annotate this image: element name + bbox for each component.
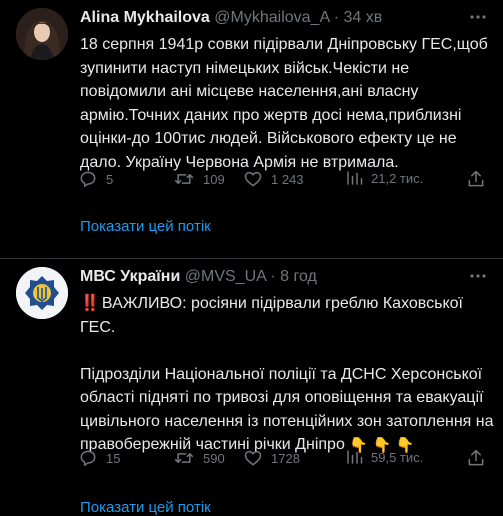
tweet[interactable]: МВС України @MVS_UA · 8 год ‼️ ВАЖЛИВО: р… — [0, 259, 503, 516]
alert-emoji: ‼️ — [80, 295, 100, 312]
author-handle[interactable]: @MVS_UA — [185, 268, 266, 285]
author-handle[interactable]: @Mykhailova_A — [214, 9, 329, 26]
views-icon — [345, 448, 371, 466]
reply-button[interactable]: 5 — [78, 169, 113, 189]
tweet[interactable]: Alina Mykhailova @Mykhailova_A · 34 хв 1… — [0, 0, 503, 259]
timestamp[interactable]: 34 хв — [343, 9, 382, 26]
separator: · — [270, 268, 276, 285]
retweet-count: 109 — [203, 171, 225, 187]
views-count: 21,2 тис. — [371, 170, 424, 186]
like-count: 1728 — [271, 450, 300, 466]
tweet-text: ‼️ ВАЖЛИВО: росіяни підірвали греблю Кахо… — [80, 292, 495, 458]
like-icon — [243, 169, 271, 189]
like-button[interactable]: 1 243 — [243, 169, 304, 189]
avatar[interactable] — [16, 8, 68, 60]
reply-icon — [78, 448, 106, 468]
tweet-actions: 15 590 1728 59,5 тис. — [78, 448, 488, 470]
share-button[interactable] — [466, 169, 494, 189]
tweet-header: МВС України @MVS_UA · 8 год — [80, 268, 317, 286]
reply-count: 15 — [106, 450, 121, 466]
more-icon[interactable] — [469, 8, 487, 31]
timestamp[interactable]: 8 год — [280, 268, 317, 285]
views-button[interactable]: 59,5 тис. — [345, 448, 423, 466]
reply-icon — [78, 169, 106, 189]
tweet-text: 18 серпня 1941р совки підірвали Дніпровс… — [80, 36, 493, 171]
share-icon — [466, 448, 494, 468]
tweet-text-paragraph: Підрозділи Національної поліції та ДСНС … — [80, 365, 498, 454]
author-name[interactable]: Alina Mykhailova — [80, 9, 210, 26]
share-button[interactable] — [466, 448, 494, 468]
like-icon — [243, 448, 271, 468]
retweet-icon — [173, 448, 203, 468]
reply-count: 5 — [106, 171, 114, 187]
like-count: 1 243 — [271, 171, 304, 187]
like-button[interactable]: 1728 — [243, 448, 300, 468]
show-thread-link[interactable]: Показати цей потік — [80, 218, 211, 235]
views-count: 59,5 тис. — [371, 449, 424, 465]
views-button[interactable]: 21,2 тис. — [345, 169, 423, 187]
retweet-button[interactable]: 109 — [173, 169, 225, 189]
separator: · — [333, 9, 340, 26]
share-icon — [466, 169, 494, 189]
tweet-text-line1: ВАЖЛИВО: росіяни підірвали греблю Каховс… — [80, 295, 468, 336]
more-icon[interactable] — [469, 267, 487, 290]
retweet-button[interactable]: 590 — [173, 448, 225, 468]
tweet-header: Alina Mykhailova @Mykhailova_A · 34 хв — [80, 9, 382, 27]
retweet-icon — [173, 169, 203, 189]
show-thread-link[interactable]: Показати цей потік — [80, 499, 211, 516]
views-icon — [345, 169, 371, 187]
avatar[interactable] — [16, 267, 68, 319]
author-name[interactable]: МВС України — [80, 268, 180, 285]
retweet-count: 590 — [203, 450, 225, 466]
tweet-actions: 5 109 1 243 21,2 тис. — [78, 169, 488, 191]
reply-button[interactable]: 15 — [78, 448, 120, 468]
